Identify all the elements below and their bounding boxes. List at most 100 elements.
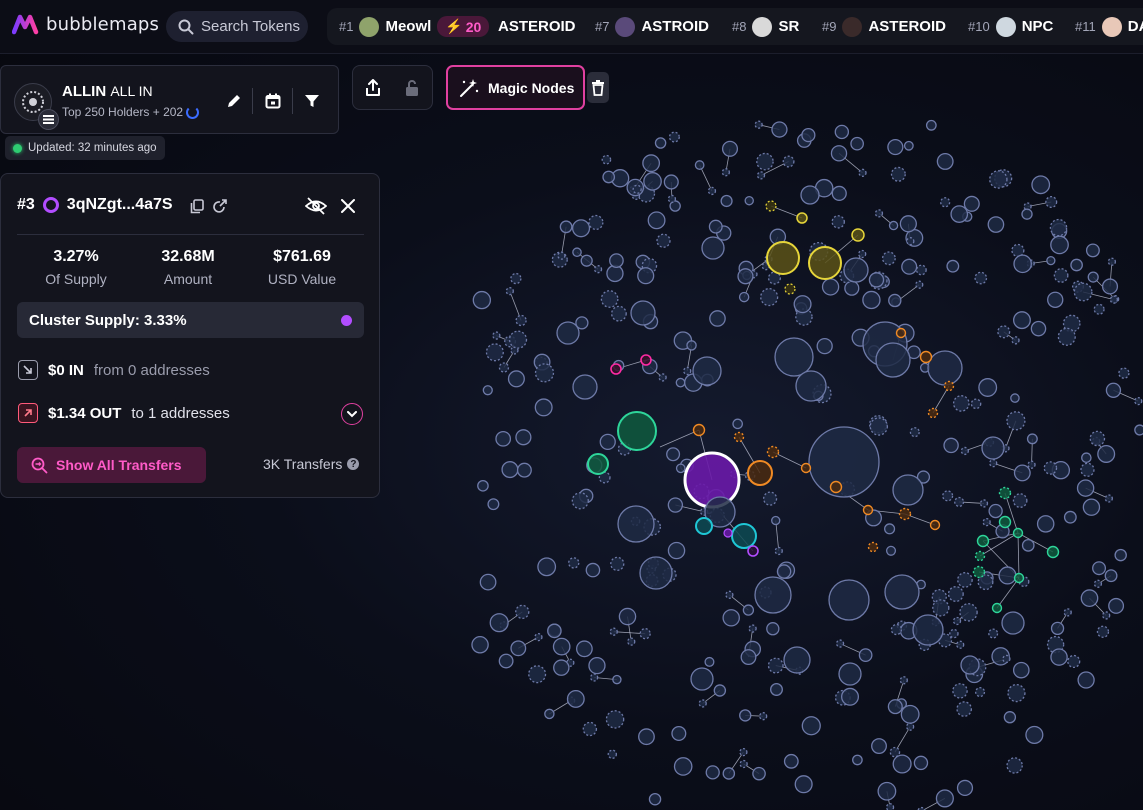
holder-node[interactable] xyxy=(1063,608,1072,617)
holder-node[interactable] xyxy=(599,433,616,451)
holder-node[interactable] xyxy=(1118,367,1130,379)
holder-node[interactable] xyxy=(1085,243,1100,258)
holder-node[interactable] xyxy=(821,278,840,296)
magic-nodes-button[interactable]: Magic Nodes xyxy=(446,65,585,110)
holder-node[interactable] xyxy=(588,214,604,231)
holder-node[interactable] xyxy=(720,194,733,208)
holder-node[interactable] xyxy=(801,716,821,736)
holder-node[interactable] xyxy=(498,362,510,373)
holder-node[interactable] xyxy=(927,350,963,386)
holder-node[interactable] xyxy=(704,656,715,667)
ticker-item[interactable]: ASTEROID xyxy=(498,8,576,45)
holder-node[interactable] xyxy=(510,640,527,657)
holder-node[interactable] xyxy=(744,196,754,206)
holder-node[interactable] xyxy=(1012,493,1028,508)
holder-node[interactable] xyxy=(1070,258,1083,272)
holder-node[interactable] xyxy=(1003,711,1017,724)
lock-button[interactable] xyxy=(393,66,433,109)
holder-node[interactable] xyxy=(566,689,585,708)
holder-node[interactable] xyxy=(752,766,766,781)
holder-node[interactable] xyxy=(998,486,1012,500)
holder-node[interactable] xyxy=(952,395,970,412)
holder-node[interactable] xyxy=(800,462,812,474)
holder-node[interactable] xyxy=(552,637,571,656)
holder-node[interactable] xyxy=(489,613,509,633)
holder-node[interactable] xyxy=(568,557,580,569)
holder-node[interactable] xyxy=(881,251,896,266)
holder-node[interactable] xyxy=(556,321,580,345)
holder-node[interactable] xyxy=(766,445,780,459)
holder-node[interactable] xyxy=(940,197,951,208)
holder-node[interactable] xyxy=(828,579,870,621)
holder-node[interactable] xyxy=(587,453,609,475)
holder-node[interactable] xyxy=(869,417,889,436)
holder-node[interactable] xyxy=(602,170,616,184)
holder-node[interactable] xyxy=(485,343,504,362)
holder-node[interactable] xyxy=(1096,625,1110,638)
holder-node[interactable] xyxy=(766,622,780,636)
holder-node[interactable] xyxy=(607,749,618,759)
holder-node[interactable] xyxy=(1087,271,1099,283)
calendar-button[interactable] xyxy=(262,90,284,112)
holder-node[interactable] xyxy=(675,377,686,388)
holder-node[interactable] xyxy=(1013,464,1031,482)
holder-node[interactable] xyxy=(694,160,705,170)
hide-wallet-button[interactable] xyxy=(305,195,327,217)
holder-node[interactable] xyxy=(838,662,862,686)
holder-node[interactable] xyxy=(862,504,874,516)
holder-node[interactable] xyxy=(510,272,522,285)
holder-node[interactable] xyxy=(771,121,788,138)
holder-node[interactable] xyxy=(959,603,978,622)
holder-node[interactable] xyxy=(1134,424,1143,436)
holder-node[interactable] xyxy=(739,759,748,769)
holder-node[interactable] xyxy=(516,462,532,478)
holder-node[interactable] xyxy=(957,572,973,588)
holder-node[interactable] xyxy=(639,628,651,640)
holder-node[interactable] xyxy=(572,247,582,258)
holder-node[interactable] xyxy=(997,325,1011,339)
holder-node[interactable] xyxy=(686,340,697,351)
holder-node[interactable] xyxy=(740,649,757,666)
holder-node[interactable] xyxy=(559,220,573,234)
holder-node[interactable] xyxy=(925,119,937,131)
holder-node[interactable] xyxy=(844,280,860,296)
holder-node[interactable] xyxy=(721,140,739,157)
holder-node[interactable] xyxy=(1063,510,1077,524)
holder-node[interactable] xyxy=(898,507,912,521)
holder-node[interactable] xyxy=(1050,621,1065,636)
holder-node[interactable] xyxy=(1073,282,1093,302)
holder-node[interactable] xyxy=(988,503,1003,519)
holder-node[interactable] xyxy=(759,712,768,721)
holder-node[interactable] xyxy=(1082,498,1101,516)
holder-node[interactable] xyxy=(1077,671,1095,689)
holder-node[interactable] xyxy=(612,674,622,685)
holder-node[interactable] xyxy=(834,124,850,140)
holder-node[interactable] xyxy=(643,172,662,191)
holder-node[interactable] xyxy=(769,683,783,696)
holder-node[interactable] xyxy=(1021,208,1033,220)
holder-node[interactable] xyxy=(884,523,896,535)
holder-node[interactable] xyxy=(871,738,887,755)
holder-node[interactable] xyxy=(974,550,986,562)
holder-node[interactable] xyxy=(875,342,911,378)
holder-node[interactable] xyxy=(515,314,527,327)
holder-node[interactable] xyxy=(835,639,845,648)
holder-node[interactable] xyxy=(666,447,681,462)
holder-node[interactable] xyxy=(658,373,667,382)
holder-node[interactable] xyxy=(585,562,601,578)
holder-node[interactable] xyxy=(800,185,820,205)
holder-node[interactable] xyxy=(1013,572,1025,584)
holder-node[interactable] xyxy=(905,722,915,731)
show-all-transfers-button[interactable]: Show All Transfers xyxy=(17,447,206,483)
holder-node[interactable] xyxy=(960,446,969,456)
holder-node[interactable] xyxy=(949,628,959,639)
holder-node[interactable] xyxy=(888,293,902,308)
holder-node[interactable] xyxy=(868,272,885,288)
holder-node[interactable] xyxy=(609,253,624,268)
holder-node[interactable] xyxy=(1036,515,1055,533)
holder-node[interactable] xyxy=(1076,479,1095,497)
holder-node[interactable] xyxy=(705,765,720,780)
holder-node[interactable] xyxy=(1097,444,1116,463)
cluster-supply-bar[interactable]: Cluster Supply: 3.33% xyxy=(17,302,364,338)
ticker-item[interactable]: #8 SR xyxy=(732,8,799,45)
